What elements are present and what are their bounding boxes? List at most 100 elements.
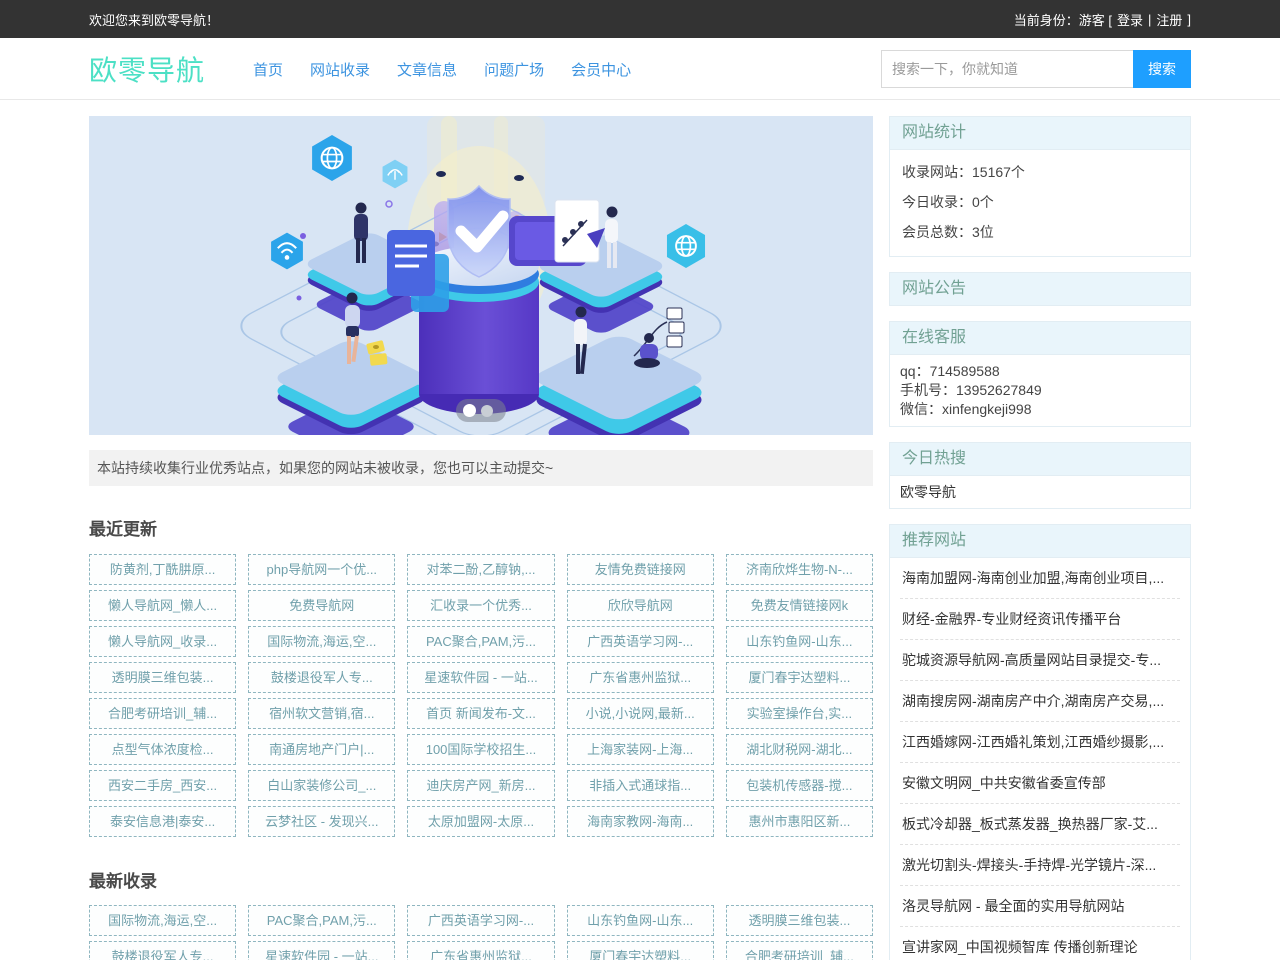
nav-item[interactable]: 首页	[253, 59, 283, 80]
recent-update-item[interactable]: 太原加盟网-太原...	[407, 806, 554, 837]
panel-recommend: 推荐网站 海南加盟网-海南创业加盟,海南创业项目,...财经-金融界-专业财经资…	[889, 524, 1191, 960]
section-title-recent-update: 最近更新	[89, 515, 873, 540]
recent-update-item[interactable]: 广东省惠州监狱...	[567, 662, 714, 693]
register-link[interactable]: 注册	[1156, 10, 1182, 29]
identity-bracket: ]	[1187, 12, 1191, 27]
latest-include-item[interactable]: 广西英语学习网-...	[407, 905, 554, 936]
login-link[interactable]: 登录	[1117, 10, 1143, 29]
recommend-item[interactable]: 洛灵导航网 - 最全面的实用导航网站	[900, 886, 1180, 927]
panel-title-recommend: 推荐网站	[890, 525, 1190, 557]
recent-update-item[interactable]: 海南家教网-海南...	[567, 806, 714, 837]
identity-bar: 当前身份：游客 [ 登录 | 注册 ]	[1014, 10, 1191, 29]
panel-title-announcement: 网站公告	[890, 273, 1190, 305]
recent-update-item[interactable]: 包装机传感器-搅...	[726, 770, 873, 801]
recommend-item[interactable]: 激光切割头-焊接头-手持焊-光学镜片-深...	[900, 845, 1180, 886]
notice-bar: 本站持续收集行业优秀站点，如果您的网站未被收录，您也可以主动提交~	[89, 450, 873, 486]
recent-update-item[interactable]: 鼓楼退役军人专...	[248, 662, 395, 693]
recent-update-item[interactable]: 迪庆房产网_新房...	[407, 770, 554, 801]
panel-title-stats: 网站统计	[890, 117, 1190, 149]
stats-row: 会员总数：3位	[902, 222, 1178, 242]
recent-update-item[interactable]: 欣欣导航网	[567, 590, 714, 621]
recent-update-item[interactable]: 防黄剂,丁酰肼原...	[89, 554, 236, 585]
recommend-body: 海南加盟网-海南创业加盟,海南创业项目,...财经-金融界-专业财经资讯传播平台…	[890, 557, 1190, 960]
panel-online-service: 在线客服 qq：714589588手机号：13952627849微信：xinfe…	[889, 321, 1191, 427]
recent-update-item[interactable]: 国际物流,海运,空...	[248, 626, 395, 657]
online-service-body: qq：714589588手机号：13952627849微信：xinfengkej…	[890, 354, 1190, 426]
recent-update-item[interactable]: 小说,小说网,最新...	[567, 698, 714, 729]
latest-include-item[interactable]: 厦门春宇达塑料...	[567, 941, 714, 960]
identity-label: 当前身份：游客 [	[1014, 10, 1112, 29]
recommend-item[interactable]: 安徽文明网_中共安徽省委宣传部	[900, 763, 1180, 804]
recent-update-item[interactable]: 友情免费链接网	[567, 554, 714, 585]
service-row: 微信：xinfengkeji998	[900, 400, 1180, 419]
recent-update-item[interactable]: 云梦社区 - 发现兴...	[248, 806, 395, 837]
latest-include-item[interactable]: 透明膜三维包装...	[726, 905, 873, 936]
recent-update-item[interactable]: 惠州市惠阳区新...	[726, 806, 873, 837]
nav-item[interactable]: 网站收录	[310, 59, 370, 80]
recent-update-item[interactable]: 南通房地产门户|...	[248, 734, 395, 765]
recent-update-item[interactable]: 宿州软文营销,宿...	[248, 698, 395, 729]
recent-update-item[interactable]: 泰安信息港|泰安...	[89, 806, 236, 837]
recent-update-item[interactable]: php导航网一个优...	[248, 554, 395, 585]
nav-item[interactable]: 文章信息	[397, 59, 457, 80]
nav-item[interactable]: 问题广场	[484, 59, 544, 80]
latest-include-item[interactable]: 合肥考研培训_辅...	[726, 941, 873, 960]
latest-include-item[interactable]: 星速软件园 - 一站...	[248, 941, 395, 960]
recent-update-item[interactable]: 懒人导航网_懒人...	[89, 590, 236, 621]
recent-update-item[interactable]: 首页 新闻发布-文...	[407, 698, 554, 729]
search-bar: 搜索	[881, 50, 1191, 88]
nav-item[interactable]: 会员中心	[571, 59, 631, 80]
recommend-item[interactable]: 财经-金融界-专业财经资讯传播平台	[900, 599, 1180, 640]
recommend-item[interactable]: 板式冷却器_板式蒸发器_换热器厂家-艾...	[900, 804, 1180, 845]
search-button[interactable]: 搜索	[1133, 50, 1191, 88]
recent-update-item[interactable]: 广西英语学习网-...	[567, 626, 714, 657]
recent-update-item[interactable]: 100国际学校招生...	[407, 734, 554, 765]
latest-include-grid: 国际物流,海运,空... PAC聚合,PAM,污... 广西英语学习网-... 山东钓…	[89, 905, 873, 960]
main-column: 本站持续收集行业优秀站点，如果您的网站未被收录，您也可以主动提交~ 最近更新 防…	[89, 116, 873, 960]
recent-update-item[interactable]: 西安二手房_西安...	[89, 770, 236, 801]
topbar: 欢迎您来到欧零导航！ 当前身份：游客 [ 登录 | 注册 ]	[0, 0, 1280, 38]
service-row: qq：714589588	[900, 362, 1180, 381]
latest-include-item[interactable]: PAC聚合,PAM,污...	[248, 905, 395, 936]
latest-include-item[interactable]: 鼓楼退役军人专...	[89, 941, 236, 960]
latest-include-item[interactable]: 广东省惠州监狱...	[407, 941, 554, 960]
recommend-item[interactable]: 海南加盟网-海南创业加盟,海南创业项目,...	[900, 558, 1180, 599]
recommend-item[interactable]: 江西婚嫁网-江西婚礼策划,江西婚纱摄影,...	[900, 722, 1180, 763]
hot-search-item[interactable]: 欧零导航	[900, 481, 1180, 503]
panel-hot-search: 今日热搜 欧零导航	[889, 442, 1191, 509]
recent-update-item[interactable]: 厦门春宇达塑料...	[726, 662, 873, 693]
recent-update-item[interactable]: 免费导航网	[248, 590, 395, 621]
recent-update-item[interactable]: PAC聚合,PAM,污...	[407, 626, 554, 657]
recent-update-item[interactable]: 济南欣烨生物-N-...	[726, 554, 873, 585]
recent-update-item[interactable]: 白山家装修公司_...	[248, 770, 395, 801]
recent-update-item[interactable]: 实验室操作台,实...	[726, 698, 873, 729]
recent-update-item[interactable]: 免费友情链接网k	[726, 590, 873, 621]
banner-carousel	[89, 116, 873, 435]
recent-update-item[interactable]: 星速软件园 - 一站...	[407, 662, 554, 693]
latest-include-item[interactable]: 国际物流,海运,空...	[89, 905, 236, 936]
recommend-item[interactable]: 湖南搜房网-湖南房产中介,湖南房产交易,...	[900, 681, 1180, 722]
recent-update-item[interactable]: 上海家装网-上海...	[567, 734, 714, 765]
service-row: 手机号：13952627849	[900, 381, 1180, 400]
recent-update-item[interactable]: 山东钓鱼网-山东...	[726, 626, 873, 657]
section-title-latest-include: 最新收录	[89, 867, 873, 892]
identity-divider: |	[1148, 12, 1151, 27]
recent-update-item[interactable]: 透明膜三维包装...	[89, 662, 236, 693]
page: 欢迎您来到欧零导航！ 当前身份：游客 [ 登录 | 注册 ] 欧零导航 首页网站…	[0, 0, 1280, 960]
recent-update-item[interactable]: 汇收录一个优秀...	[407, 590, 554, 621]
recent-update-item[interactable]: 湖北财税网-湖北...	[726, 734, 873, 765]
recent-update-item[interactable]: 非插入式通球指...	[567, 770, 714, 801]
latest-include-item[interactable]: 山东钓鱼网-山东...	[567, 905, 714, 936]
recent-update-item[interactable]: 懒人导航网_收录...	[89, 626, 236, 657]
site-logo[interactable]: 欧零导航	[89, 49, 205, 89]
carousel-dot[interactable]	[481, 405, 493, 417]
recommend-item[interactable]: 宣讲家网_中国视频智库 传播创新理论	[900, 927, 1180, 960]
panel-title-hot-search: 今日热搜	[890, 443, 1190, 475]
recent-update-item[interactable]: 合肥考研培训_辅...	[89, 698, 236, 729]
recent-update-item[interactable]: 点型气体浓度检...	[89, 734, 236, 765]
search-input[interactable]	[881, 50, 1133, 88]
recent-update-item[interactable]: 对苯二酚,乙醇钠,...	[407, 554, 554, 585]
recommend-item[interactable]: 驼城资源导航网-高质量网站目录提交-专...	[900, 640, 1180, 681]
welcome-text: 欢迎您来到欧零导航！	[89, 10, 219, 29]
carousel-dot-active[interactable]	[463, 404, 476, 417]
